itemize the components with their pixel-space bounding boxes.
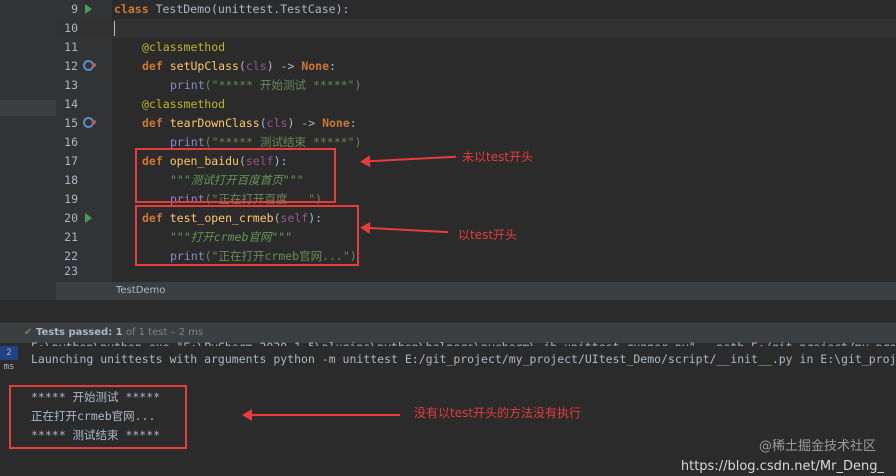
- line-number: 15: [64, 116, 78, 130]
- annotation-arrow-3: [242, 409, 400, 421]
- line-number: 16: [64, 135, 78, 149]
- arrow: ) ->: [266, 59, 302, 73]
- function-name: setUpClass: [169, 59, 239, 73]
- line-number: 14: [64, 97, 78, 111]
- paren: (: [259, 116, 267, 130]
- line-number: 9: [71, 2, 78, 16]
- keyword: class: [114, 2, 149, 16]
- builtin: print: [170, 78, 205, 92]
- colon: :: [349, 116, 357, 130]
- class-base: (unittest.TestCase):: [210, 2, 350, 16]
- breadcrumb[interactable]: TestDemo: [56, 282, 896, 300]
- function-name: tearDownClass: [169, 116, 260, 130]
- line-number: 10: [64, 21, 78, 35]
- annotation-is-test: 以test开头: [458, 228, 518, 242]
- code-text: class TestDemo(unittest.TestCase):: [114, 0, 349, 19]
- left-strip-selection: [0, 100, 56, 116]
- line-number: 19: [64, 192, 78, 206]
- annotation-box-open-baidu: [135, 148, 336, 203]
- code-line-10[interactable]: 10: [56, 19, 896, 38]
- string: ("***** 测试结束 *****"): [204, 135, 362, 149]
- override-arrow-icon: [92, 63, 96, 67]
- line-number: 13: [64, 78, 78, 92]
- line-number: 18: [64, 173, 78, 187]
- annotation-not-executed: 没有以test开头的方法没有执行: [414, 406, 582, 420]
- code-text: print("***** 开始测试 *****"): [170, 76, 361, 95]
- decorator: @classmethod: [142, 40, 226, 54]
- breadcrumb-class[interactable]: TestDemo: [116, 282, 165, 300]
- annotation-box-test-open-crmeb: [135, 205, 359, 266]
- class-name: TestDemo: [155, 2, 211, 16]
- annotation-box-console: [9, 385, 187, 449]
- code-line-12[interactable]: 12 def setUpClass(cls) -> None:: [56, 57, 896, 76]
- override-arrow-icon: [92, 120, 96, 124]
- return-type: None: [301, 59, 330, 73]
- code-line-15[interactable]: 15 def tearDownClass(cls) -> None:: [56, 114, 896, 133]
- tests-passed-label: Tests passed: 1: [36, 327, 123, 338]
- decorator: @classmethod: [142, 97, 226, 111]
- paren: (: [238, 59, 246, 73]
- code-text: def tearDownClass(cls) -> None:: [142, 114, 357, 133]
- text-caret: [114, 21, 115, 36]
- line-number: 12: [64, 59, 78, 73]
- left-tool-strip: [0, 0, 56, 300]
- line-number: 17: [64, 154, 78, 168]
- watermark-site: https://blog.csdn.net/Mr_Deng_: [680, 459, 884, 474]
- elapsed-badge: 2 ms: [0, 346, 18, 372]
- watermark-community: @稀土掘金技术社区: [758, 439, 876, 454]
- run-class-icon[interactable]: [85, 4, 92, 14]
- console-launch-line: Launching unittests with arguments pytho…: [31, 352, 896, 366]
- code-line-9[interactable]: 9 class TestDemo(unittest.TestCase):: [56, 0, 896, 19]
- code-line-13[interactable]: 13 print("***** 开始测试 *****"): [56, 76, 896, 95]
- colon: :: [329, 59, 336, 73]
- code-line-14[interactable]: 14 @classmethod: [56, 95, 896, 114]
- keyword: def: [142, 59, 163, 73]
- code-text: def setUpClass(cls) -> None:: [142, 57, 336, 76]
- console-command-line: E:\python\python.exe "E:\PyCharm 2020.1.…: [31, 338, 896, 346]
- splitter[interactable]: [0, 300, 896, 322]
- arrow: ) ->: [287, 116, 323, 130]
- code-line-11[interactable]: 11 @classmethod: [56, 38, 896, 57]
- run-test-icon[interactable]: [85, 213, 92, 223]
- annotation-not-test: 未以test开头: [462, 150, 534, 164]
- builtin: print: [170, 135, 205, 149]
- line-number: 21: [64, 230, 78, 244]
- line-number: 23: [64, 264, 78, 278]
- param: cls: [266, 116, 288, 130]
- keyword: def: [142, 116, 163, 130]
- string: ("***** 开始测试 *****"): [204, 78, 362, 92]
- line-number: 11: [64, 40, 78, 54]
- param: cls: [245, 59, 267, 73]
- return-type: None: [322, 116, 350, 130]
- line-number: 20: [64, 211, 78, 225]
- tests-passed-detail: of 1 test – 2 ms: [122, 327, 204, 338]
